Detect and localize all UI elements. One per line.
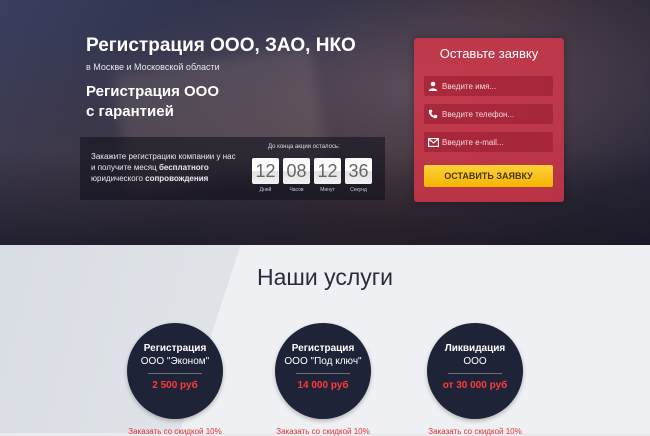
service-name: Регистрация	[291, 343, 355, 354]
phone-field[interactable]	[424, 104, 553, 124]
timer-days-unit: Дней	[259, 187, 272, 193]
timer-seconds-value: 36	[345, 158, 372, 184]
timer-minutes: 12 Минут	[314, 158, 341, 193]
name-field[interactable]	[424, 76, 553, 96]
countdown-label: До конца акции осталось:	[268, 144, 340, 150]
hero-title: Регистрация ООО, ЗАО, НКО	[86, 35, 356, 56]
timer-hours-value: 08	[283, 158, 310, 184]
hero-subtitle: в Москве и Московской области	[86, 62, 220, 72]
service-price: 2 500 руб	[152, 380, 198, 391]
hero-title-secondary-line1: Регистрация ООО	[86, 83, 220, 100]
service-divider	[448, 373, 502, 374]
service-subname: ООО "Эконом"	[140, 356, 210, 367]
timer-hours-unit: Часов	[289, 187, 304, 193]
hero-title-secondary-line2: с гарантией	[86, 103, 174, 120]
service-price: 14 000 руб	[297, 380, 349, 391]
timer-minutes-value: 12	[314, 158, 341, 184]
envelope-icon	[424, 137, 442, 147]
name-input[interactable]	[442, 81, 547, 91]
services-section: Наши услуги Регистрация ООО "Эконом" 2 5…	[0, 245, 650, 436]
service-name: Ликвидация	[444, 343, 506, 354]
service-card-economy[interactable]: Регистрация ООО "Эконом" 2 500 руб	[127, 323, 223, 419]
timer-hours: 08 Часов	[283, 158, 310, 193]
countdown-timer: 12 Дней 08 Часов 12 Минут 36 Секунд	[252, 158, 372, 193]
timer-seconds: 36 Секунд	[345, 158, 372, 193]
email-input[interactable]	[442, 137, 547, 147]
services-title: Наши услуги	[257, 264, 393, 290]
timer-days-value: 12	[252, 158, 279, 184]
service-divider	[148, 373, 202, 374]
service-name: Регистрация	[143, 343, 207, 354]
service-price: от 30 000 руб	[442, 380, 508, 391]
promo-text: Закажите регистрацию компании у нас и по…	[91, 152, 236, 183]
phone-input[interactable]	[442, 109, 547, 119]
service-subname: ООО "Под ключ"	[284, 356, 362, 367]
phone-icon	[424, 109, 442, 119]
hero-section: Регистрация ООО, ЗАО, НКО в Москве и Мос…	[0, 0, 650, 245]
order-discount-link-economy[interactable]: Заказать со скидкой 10%	[115, 427, 235, 436]
service-card-turnkey[interactable]: Регистрация ООО "Под ключ" 14 000 руб	[275, 323, 371, 419]
service-card-liquidation[interactable]: Ликвидация ООО от 30 000 руб	[427, 323, 523, 419]
order-discount-link-turnkey[interactable]: Заказать со скидкой 10%	[263, 427, 383, 436]
order-discount-link-liquidation[interactable]: Заказать со скидкой 10%	[415, 427, 535, 436]
service-subname: ООО	[463, 356, 487, 367]
promo-box: Закажите регистрацию компании у нас и по…	[80, 137, 385, 200]
submit-request-button[interactable]: ОСТАВИТЬ ЗАЯВКУ	[424, 165, 553, 187]
service-divider	[296, 373, 350, 374]
timer-days: 12 Дней	[252, 158, 279, 193]
timer-seconds-unit: Секунд	[350, 187, 367, 193]
user-icon	[424, 81, 442, 91]
request-form-title: Оставьте заявку	[439, 46, 539, 61]
timer-minutes-unit: Минут	[320, 187, 335, 193]
hero-title-secondary: Регистрация ООО с гарантией	[86, 82, 256, 122]
request-form: Оставьте заявку ОСТАВИТЬ ЗАЯВКУ	[414, 38, 564, 202]
email-field[interactable]	[424, 132, 553, 152]
